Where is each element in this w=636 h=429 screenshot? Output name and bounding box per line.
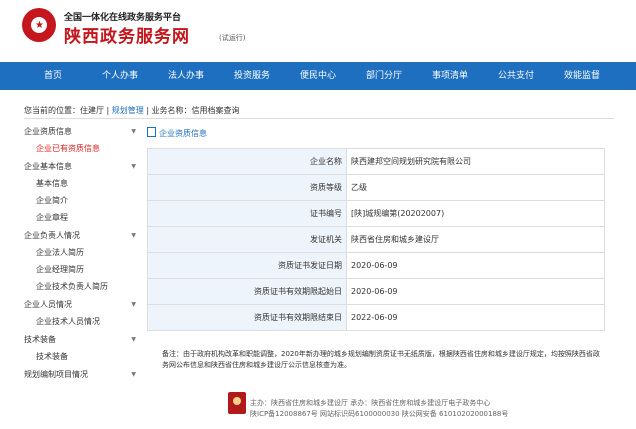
- sidebar-label: 技术装备: [24, 335, 56, 344]
- nav-convenience[interactable]: 便民中心: [285, 62, 351, 90]
- nav-personal[interactable]: 个人办事: [87, 62, 153, 90]
- field-label: 资质等级: [147, 174, 347, 201]
- footer-registration: 陕ICP备12008867号 网站标识码6100000030 陕公网安备 610…: [250, 410, 509, 418]
- sidebar-label: 规划编制项目情况: [24, 370, 88, 379]
- breadcrumb-sep: |: [143, 106, 152, 115]
- field-value: 陕西省住房和城乡建设厅: [346, 226, 605, 253]
- site-footer: 主办：陕西省住房和城乡建设厅 承办：陕西省住房和城乡建设厅电子政务中心 陕ICP…: [250, 398, 508, 420]
- nav-payment[interactable]: 公共支付: [483, 62, 549, 90]
- sidebar-item-legal-rep[interactable]: 企业法人简历: [36, 246, 136, 260]
- field-value: 2020-06-09: [346, 278, 605, 305]
- sidebar-item-profile[interactable]: 企业简介: [36, 194, 136, 208]
- table-row: 资质等级 乙级: [147, 174, 605, 201]
- chevron-down-icon: ▼: [131, 128, 136, 135]
- field-label: 证书编号: [147, 200, 347, 227]
- sidebar-group-equipment[interactable]: 技术装备 ▼: [24, 333, 136, 347]
- field-label: 资质证书发证日期: [147, 252, 347, 279]
- field-value: 陕西建邦空间规划研究院有限公司: [346, 148, 605, 175]
- table-row: 发证机关 陕西省住房和城乡建设厅: [147, 226, 605, 253]
- party-emblem-icon: [228, 392, 246, 414]
- sidebar-label: 企业资质信息: [24, 127, 72, 136]
- sidebar-label: 企业人员情况: [24, 300, 72, 309]
- sidebar-item-basic-info[interactable]: 基本信息: [36, 177, 136, 191]
- sidebar-group-qualification[interactable]: 企业资质信息 ▼: [24, 125, 136, 139]
- sidebar-item-existing-qualification[interactable]: 企业已有资质信息: [36, 142, 136, 156]
- nav-items[interactable]: 事项清单: [417, 62, 483, 90]
- table-row: 企业名称 陕西建邦空间规划研究院有限公司: [147, 148, 605, 175]
- sidebar-item-charter[interactable]: 企业章程: [36, 211, 136, 225]
- nav-departments[interactable]: 部门分厅: [351, 62, 417, 90]
- sidebar-group-leaders[interactable]: 企业负责人情况 ▼: [24, 229, 136, 243]
- trial-tag: (试运行): [219, 34, 246, 42]
- field-value: 2022-06-09: [346, 304, 605, 331]
- nav-supervision[interactable]: 效能监督: [549, 62, 615, 90]
- chevron-down-icon: ▼: [131, 301, 136, 308]
- chevron-down-icon: ▼: [131, 163, 136, 170]
- breadcrumb-sep: |: [104, 106, 112, 115]
- remark-note: 备注：由于政府机构改革和职能调整，2020年新办理的城乡规划编制资质证书无纸质版…: [162, 350, 600, 369]
- field-value: 2020-06-09: [346, 252, 605, 279]
- sidebar-label: 企业负责人情况: [24, 231, 80, 240]
- nav-legal[interactable]: 法人办事: [153, 62, 219, 90]
- tab-label: 企业资质信息: [159, 129, 207, 138]
- site-title[interactable]: 陕西政务服务网: [64, 22, 190, 47]
- breadcrumb: 您当前的位置：住建厅 | 规划管理 | 业务名称：信用档案查询: [24, 105, 240, 116]
- field-label: 资质证书有效期限结束日: [147, 304, 347, 331]
- breadcrumb-prefix: 您当前的位置：: [24, 106, 80, 115]
- field-label: 企业名称: [147, 148, 347, 175]
- sidebar-group-projects[interactable]: 规划编制项目情况 ▼: [24, 368, 136, 382]
- breadcrumb-home[interactable]: 住建厅: [80, 106, 104, 115]
- field-value: 乙级: [346, 174, 605, 201]
- sidebar-item-manager[interactable]: 企业经理简历: [36, 263, 136, 277]
- chevron-down-icon: ▼: [131, 232, 136, 239]
- breadcrumb-active[interactable]: 规划管理: [112, 106, 144, 115]
- tab-qualification-info[interactable]: 企业资质信息: [147, 127, 207, 139]
- document-icon: [147, 127, 156, 137]
- footer-organizer: 主办：陕西省住房和城乡建设厅 承办：陕西省住房和城乡建设厅电子政务中心: [250, 399, 491, 407]
- main-nav: 首页 个人办事 法人办事 投资服务 便民中心 部门分厅 事项清单 公共支付 效能…: [0, 62, 636, 90]
- table-row: 资质证书有效期限起始日 2020-06-09: [147, 278, 605, 305]
- sidebar-item-equipment[interactable]: 技术装备: [36, 350, 136, 364]
- field-value: [陕]城规编第(20202007): [346, 200, 605, 227]
- divider: [24, 118, 614, 119]
- table-row: 资质证书有效期限结束日 2022-06-09: [147, 304, 605, 331]
- breadcrumb-current: 业务名称：信用档案查询: [151, 106, 240, 115]
- qualification-table: 企业名称 陕西建邦空间规划研究院有限公司 资质等级 乙级 证书编号 [陕]城规编第(2…: [147, 148, 605, 331]
- site-header: ★ 全国一体化在线政务服务平台 陕西政务服务网 (试运行): [0, 0, 636, 62]
- field-label: 资质证书有效期限起始日: [147, 278, 347, 305]
- emblem-logo-icon: ★: [22, 8, 56, 42]
- nav-investment[interactable]: 投资服务: [219, 62, 285, 90]
- chevron-down-icon: ▼: [131, 336, 136, 343]
- sidebar-item-tech-staff[interactable]: 企业技术人员情况: [36, 315, 136, 329]
- sidebar-group-basic[interactable]: 企业基本信息 ▼: [24, 160, 136, 174]
- sidebar-item-tech-lead[interactable]: 企业技术负责人简历: [36, 280, 136, 294]
- sidebar-group-staff[interactable]: 企业人员情况 ▼: [24, 298, 136, 312]
- field-label: 发证机关: [147, 226, 347, 253]
- table-row: 资质证书发证日期 2020-06-09: [147, 252, 605, 279]
- chevron-down-icon: ▼: [131, 371, 136, 378]
- table-row: 证书编号 [陕]城规编第(20202007): [147, 200, 605, 227]
- sidebar-label: 企业基本信息: [24, 162, 72, 171]
- nav-home[interactable]: 首页: [22, 62, 84, 90]
